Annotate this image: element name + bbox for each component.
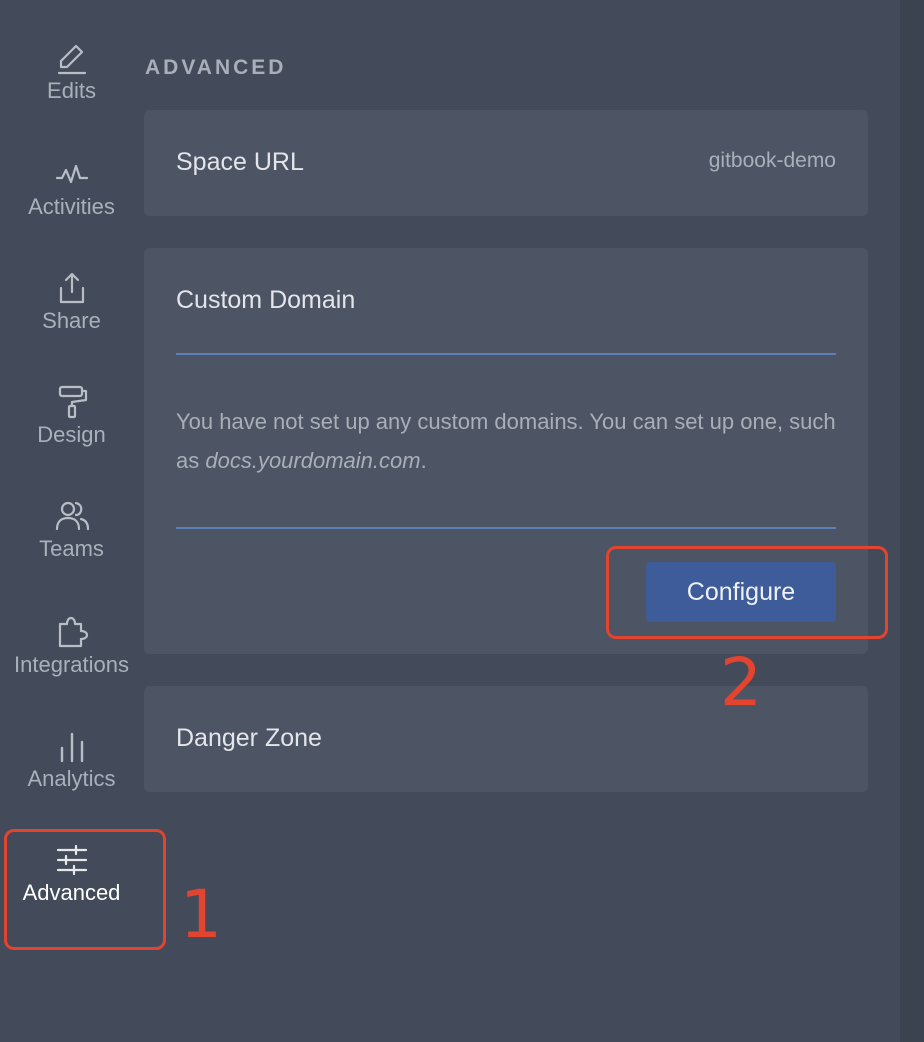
annotation-number-2: 2 — [720, 644, 762, 721]
sidebar-item-integrations[interactable]: Integrations — [0, 614, 143, 678]
activity-icon — [54, 156, 90, 192]
sidebar-item-share[interactable]: Share — [0, 270, 143, 334]
custom-domain-description: You have not set up any custom domains. … — [176, 402, 846, 480]
window-edge — [900, 0, 924, 1042]
sidebar-item-label: Edits — [47, 78, 96, 103]
paint-roller-icon — [54, 384, 90, 420]
divider — [176, 527, 836, 529]
sidebar-item-label: Analytics — [27, 766, 116, 791]
sidebar-item-label: Share — [42, 308, 101, 333]
sidebar-item-teams[interactable]: Teams — [0, 498, 143, 562]
puzzle-icon — [54, 614, 90, 650]
sidebar-item-edits[interactable]: Edits — [0, 40, 143, 104]
description-suffix: . — [420, 448, 427, 473]
sidebar-item-analytics[interactable]: Analytics — [0, 728, 143, 792]
space-url-label: Space URL — [176, 148, 304, 176]
sidebar-item-design[interactable]: Design — [0, 384, 143, 448]
annotation-box-advanced — [4, 829, 166, 950]
bar-chart-icon — [54, 728, 90, 764]
divider — [176, 353, 836, 355]
sidebar-item-label: Activities — [28, 194, 115, 219]
sidebar-item-activities[interactable]: Activities — [0, 156, 143, 220]
sidebar-item-label: Teams — [39, 536, 104, 561]
pencil-icon — [54, 40, 90, 76]
sidebar-item-label: Design — [37, 422, 106, 447]
space-url-row[interactable]: Space URL gitbook-demo — [144, 110, 868, 216]
users-icon — [54, 498, 90, 534]
share-icon — [54, 270, 90, 306]
description-example: docs.yourdomain.com — [205, 448, 421, 473]
custom-domain-title: Custom Domain — [176, 286, 356, 314]
annotation-number-1: 1 — [180, 876, 222, 953]
space-url-value[interactable]: gitbook-demo — [709, 149, 836, 173]
section-title: ADVANCED — [145, 56, 287, 79]
annotation-box-configure — [606, 546, 888, 639]
sidebar-item-label: Integrations — [14, 652, 129, 677]
danger-zone-title: Danger Zone — [176, 724, 322, 752]
